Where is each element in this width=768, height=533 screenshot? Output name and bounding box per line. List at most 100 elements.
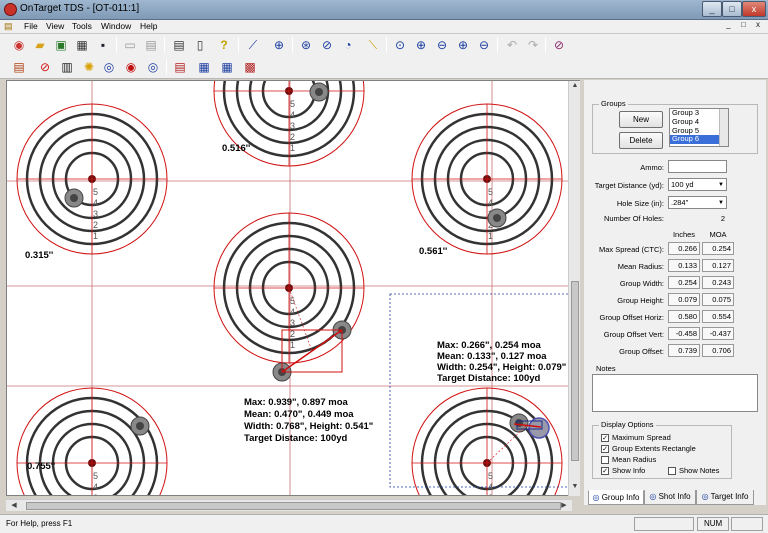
rotate-icon[interactable]: ⊘ [318, 36, 336, 54]
hole-size-select[interactable]: .284" ▼ [668, 196, 727, 209]
crosshair-icon[interactable]: ⊕ [270, 36, 288, 54]
ring-number: 1 [93, 231, 98, 241]
vertical-scroll-thumb[interactable] [571, 281, 579, 461]
report-icon-1[interactable]: ▦ [195, 58, 213, 76]
menu-window[interactable]: Window [101, 21, 131, 31]
paste-icon[interactable]: ▤ [142, 36, 160, 54]
extents-checkbox[interactable]: ✓ Group Extents Rectangle [601, 444, 696, 454]
report-icon-2[interactable]: ▦ [218, 58, 236, 76]
new-group-button[interactable]: New [619, 111, 663, 128]
menu-help[interactable]: Help [140, 21, 157, 31]
document-icon[interactable]: ▤ [4, 21, 13, 32]
distance-value: 100 yd [671, 180, 694, 189]
close-button[interactable]: x [742, 1, 766, 17]
vertical-scrollbar[interactable]: ▲ ▼ [568, 81, 580, 496]
image-icon[interactable]: ▣ [52, 36, 70, 54]
menu-file[interactable]: File [24, 21, 38, 31]
target-canvas[interactable]: 5432154321543215432154321543210.516''0.3… [6, 80, 580, 496]
moa-header: MOA [709, 230, 727, 239]
horizontal-scroll-thumb[interactable] [26, 502, 561, 510]
barcode-icon[interactable]: ▥ [58, 58, 76, 76]
scroll-down-icon[interactable]: ▼ [569, 483, 581, 490]
display-options-title: Display Options [599, 420, 656, 429]
menu-view[interactable]: View [46, 21, 64, 31]
horizontal-scrollbar[interactable]: ◀ ▶ [6, 499, 572, 511]
maximize-button[interactable]: □ [722, 1, 742, 17]
tab-shot-info[interactable]: ◎ Shot Info [644, 490, 696, 505]
extents-label: Group Extents Rectangle [612, 444, 696, 453]
bullet-hole-core [515, 419, 523, 427]
show-notes-checkbox[interactable]: Show Notes [668, 466, 719, 476]
print-setup-icon[interactable]: ▦ [73, 36, 91, 54]
stat-inches: 0.739 [668, 344, 700, 357]
stat-label: Group Width: [619, 279, 664, 288]
ring-number: 4 [488, 198, 493, 208]
ring-number: 5 [93, 471, 98, 481]
mdi-window-controls[interactable]: _ □ x [726, 20, 764, 29]
zoom-in-more-icon[interactable]: ⊕ [454, 36, 472, 54]
menu-tools[interactable]: Tools [72, 21, 92, 31]
print-preview-icon[interactable]: ▯ [191, 36, 209, 54]
display-options-box: Display Options ✓ Maximum Spread ✓ Group E… [592, 420, 732, 479]
notes-label: Notes [596, 364, 616, 373]
copy-icon[interactable]: ▭ [121, 36, 139, 54]
mean-radius-label: Mean Radius [612, 455, 657, 464]
sight-icon-1[interactable]: ◎ [100, 58, 118, 76]
zoom-fit-icon[interactable]: ◔ [339, 36, 357, 54]
stat-label: Max Spread (CTC): [598, 245, 664, 254]
notes-textarea[interactable] [592, 374, 758, 412]
groups-title: Groups [599, 99, 628, 108]
list-scrollbar[interactable] [719, 109, 728, 146]
redo-icon[interactable]: ↷ [524, 36, 542, 54]
group-size-label: 0.755'' [27, 461, 55, 472]
tab-group-info[interactable]: ◎ Group Info [588, 490, 644, 505]
help-icon[interactable]: ? [215, 36, 233, 54]
tab-target-info[interactable]: ◎ Target Info [696, 490, 754, 505]
ring-number: 5 [290, 99, 295, 109]
minimize-button[interactable]: _ [702, 1, 722, 17]
line-tool-icon[interactable]: ⟋ [244, 36, 262, 54]
distance-select[interactable]: 100 yd ▼ [668, 178, 727, 191]
print-report-icon[interactable]: ▩ [241, 58, 259, 76]
show-info-checkbox[interactable]: ✓ Show Info [601, 466, 645, 476]
scroll-right-icon[interactable]: ▶ [558, 501, 570, 509]
bullet-hole-core [70, 194, 78, 202]
tab-shot-info-label: Shot Info [658, 492, 691, 501]
print-icon[interactable]: ▤ [170, 36, 188, 54]
group-select-icon[interactable]: ⊛ [297, 36, 315, 54]
tab-target-icon: ◎ [701, 492, 709, 501]
max-spread-checkbox[interactable]: ✓ Maximum Spread [601, 433, 671, 443]
ring-number: 1 [290, 340, 295, 350]
zoom-icon[interactable]: ⊙ [391, 36, 409, 54]
selection-rectangle [389, 293, 579, 488]
zoom-out-more-icon[interactable]: ⊖ [475, 36, 493, 54]
no-entry-icon[interactable]: ⊘ [36, 58, 54, 76]
ruler-icon[interactable]: ⟍ [364, 36, 382, 54]
delete-group-button[interactable]: Delete [619, 132, 663, 149]
undo-icon[interactable]: ↶ [503, 36, 521, 54]
max-spread-label: Maximum Spread [612, 433, 671, 442]
mean-radius-checkbox[interactable]: Mean Radius [601, 455, 657, 465]
group-listbox[interactable]: Group 3 Group 4 Group 5 Group 6 [669, 108, 729, 147]
book-icon[interactable]: ▤ [10, 58, 28, 76]
tab-target-info-label: Target Info [710, 492, 749, 501]
scroll-left-icon[interactable]: ◀ [8, 501, 20, 509]
stat-moa: -0.437 [702, 327, 734, 340]
sight-icon-3[interactable]: ◎ [144, 58, 162, 76]
save-icon[interactable]: ▪ [94, 36, 112, 54]
zoom-in-icon[interactable]: ⊕ [412, 36, 430, 54]
new-icon[interactable]: ◉ [10, 36, 28, 54]
zoom-out-icon[interactable]: ⊖ [433, 36, 451, 54]
ammo-input[interactable] [668, 160, 727, 173]
hide-icon[interactable]: ⊘ [550, 36, 568, 54]
scroll-up-icon[interactable]: ▲ [569, 82, 581, 89]
export-icon[interactable]: ▤ [171, 58, 189, 76]
ammo-label: Ammo: [640, 163, 664, 172]
tab-group-info-label: Group Info [601, 493, 640, 502]
open-folder-icon[interactable]: ▰ [31, 36, 49, 54]
stat-inches: 0.254 [668, 276, 700, 289]
sight-icon-2[interactable]: ◉ [122, 58, 140, 76]
ring-number: 5 [488, 187, 493, 197]
sun-icon[interactable]: ✺ [80, 58, 98, 76]
menu-bar: ▤ File View Tools Window Help _ □ x [0, 20, 768, 34]
